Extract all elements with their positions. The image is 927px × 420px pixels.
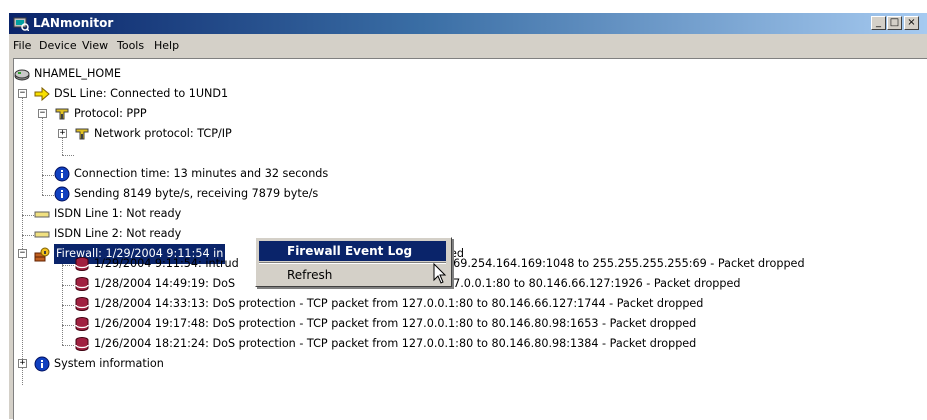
- tree-line: [42, 109, 43, 195]
- event-log-icon: [75, 277, 89, 291]
- event-log-icon: [75, 317, 89, 331]
- tree-item-label: ISDN Line 1: Not ready: [54, 207, 182, 220]
- mouse-pointer-icon: [433, 263, 447, 284]
- context-menu-item-refresh[interactable]: Refresh: [259, 265, 446, 285]
- info-icon: [54, 186, 70, 202]
- menu-device[interactable]: Device: [39, 39, 77, 52]
- info-icon: [34, 356, 50, 372]
- tree-line: [62, 345, 74, 346]
- tree-line: [42, 175, 54, 176]
- event-text: 1/26/2004 18:21:24: DoS protection - TCP…: [94, 337, 697, 350]
- protocol-connector-icon: [55, 108, 69, 120]
- expand-toggle[interactable]: +: [18, 359, 27, 368]
- tree-line: [22, 89, 23, 385]
- tree-line: [22, 235, 34, 236]
- firewall-icon: [34, 247, 50, 262]
- event-text: 1/26/2004 19:17:48: DoS protection - TCP…: [94, 317, 697, 330]
- tree-line: [62, 265, 74, 266]
- tree-item-label: System information: [54, 357, 164, 370]
- menu-tools[interactable]: Tools: [117, 39, 144, 52]
- isdn-line-icon: [34, 231, 50, 238]
- tree-line: [62, 285, 74, 286]
- expand-toggle[interactable]: +: [58, 129, 67, 138]
- lanmonitor-window: LANmonitor _ □ × File Device View Tools …: [9, 13, 927, 420]
- lanmonitor-app-icon: [13, 17, 29, 31]
- menu-bar: File Device View Tools Help: [9, 35, 927, 57]
- context-menu: Firewall Event Log Refresh: [255, 237, 452, 287]
- arrow-right-icon: [34, 86, 50, 102]
- context-menu-separator: [259, 262, 446, 264]
- tree-line: [22, 215, 34, 216]
- tree-item-label: DSL Line: Connected to 1UND1: [54, 87, 229, 100]
- tree-item-label: NHAMEL_HOME: [34, 67, 121, 80]
- protocol-connector-icon: [75, 128, 89, 140]
- device-tree[interactable]: NHAMEL_HOME − DSL Line: Connected to 1UN…: [13, 58, 927, 420]
- menu-view[interactable]: View: [82, 39, 108, 52]
- tree-line: [62, 325, 74, 326]
- info-icon: [54, 166, 70, 182]
- event-log-icon: [75, 257, 89, 271]
- event-text-tail: 169.254.164.169:1048 to 255.255.255.255:…: [446, 257, 805, 270]
- tree-line: [62, 155, 74, 156]
- collapse-toggle[interactable]: −: [18, 249, 27, 258]
- event-text-tail: 27.0.0.1:80 to 80.146.66.127:1926 - Pack…: [446, 277, 741, 290]
- tree-item-label: Protocol: PPP: [74, 107, 147, 120]
- isdn-line-icon: [34, 211, 50, 218]
- tree-item-label: Sending 8149 byte/s, receiving 7879 byte…: [74, 187, 319, 200]
- minimize-button[interactable]: _: [871, 16, 886, 30]
- tree-item-label: ISDN Line 2: Not ready: [54, 227, 182, 240]
- window-title: LANmonitor: [33, 16, 114, 30]
- tree-line: [62, 305, 74, 306]
- maximize-button[interactable]: □: [887, 16, 902, 30]
- event-text: 1/28/2004 14:33:13: DoS protection - TCP…: [94, 297, 704, 310]
- collapse-toggle[interactable]: −: [38, 109, 47, 118]
- tree-item-label: Connection time: 13 minutes and 32 secon…: [74, 167, 329, 180]
- event-text: 1/29/2004 9:11:54: intrud: [94, 257, 239, 270]
- menu-file[interactable]: File: [13, 39, 31, 52]
- event-text: 1/28/2004 14:49:19: DoS: [94, 277, 236, 290]
- tree-item-label: Network protocol: TCP/IP: [94, 127, 232, 140]
- tree-line: [42, 195, 54, 196]
- menu-help[interactable]: Help: [154, 39, 179, 52]
- network-device-icon: [14, 69, 30, 81]
- context-menu-item-label: Refresh: [287, 268, 333, 282]
- event-log-icon: [75, 297, 89, 311]
- title-bar[interactable]: LANmonitor _ □ ×: [9, 13, 927, 34]
- event-log-icon: [75, 337, 89, 351]
- collapse-toggle[interactable]: −: [18, 89, 27, 98]
- close-button[interactable]: ×: [904, 16, 919, 30]
- context-menu-item-firewall-event-log[interactable]: Firewall Event Log: [259, 241, 446, 261]
- context-menu-item-label: Firewall Event Log: [287, 244, 413, 258]
